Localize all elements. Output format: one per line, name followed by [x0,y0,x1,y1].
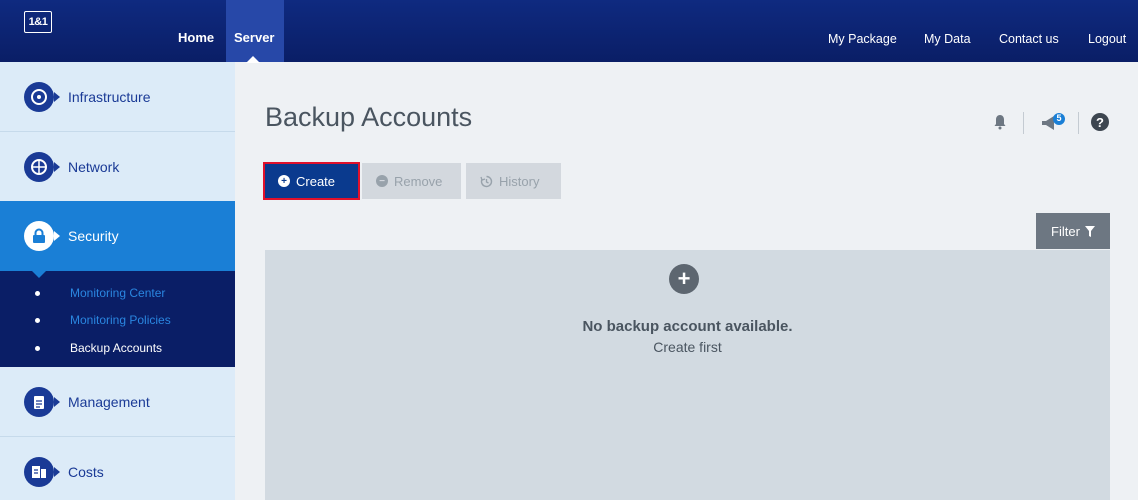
nav-my-data[interactable]: My Data [924,0,971,62]
history-icon [480,175,493,188]
submenu-item-backup-accounts[interactable]: Backup Accounts [0,339,235,359]
nav-contact-us[interactable]: Contact us [999,0,1059,62]
brand-logo[interactable]: 1&1 [24,11,52,33]
sidebar-item-network[interactable]: Network [0,132,235,202]
sidebar-item-label: Infrastructure [68,89,151,105]
history-label: History [499,173,540,189]
top-navigation-bar: 1&1 Home Server My Package My Data Conta… [0,0,1138,63]
nav-my-package[interactable]: My Package [828,0,897,62]
submenu-item-monitoring-center[interactable]: Monitoring Center [0,284,235,304]
sidebar-item-security[interactable]: Security [0,201,235,278]
sidebar-item-costs[interactable]: Costs [0,437,235,500]
notification-count: 5 [1056,113,1062,123]
sidebar-item-infrastructure[interactable]: Infrastructure [0,62,235,132]
bullet-icon [35,318,40,323]
funnel-icon [1084,225,1095,237]
bullet-icon [35,346,40,351]
submenu-label: Monitoring Center [70,286,166,300]
lock-icon [24,221,60,251]
help-icon[interactable]: ? [1090,110,1110,134]
bullet-icon [35,291,40,296]
sidebar-item-management[interactable]: Management [0,367,235,437]
filter-button[interactable]: Filter [1036,213,1110,249]
sidebar: Infrastructure Network Security Monitori… [0,62,235,500]
empty-state-subtitle: Create first [653,339,722,355]
minus-circle-icon: − [376,175,388,187]
history-button[interactable]: History [466,163,561,199]
clipboard-icon [24,387,60,417]
security-submenu: Monitoring Center Monitoring Policies Ba… [0,271,235,367]
remove-label: Remove [394,173,443,189]
sidebar-item-label: Management [68,394,150,410]
filter-label: Filter [1051,223,1080,239]
divider [1078,112,1079,134]
submenu-label: Backup Accounts [70,341,163,355]
sidebar-item-label: Costs [68,464,104,480]
remove-button[interactable]: − Remove [362,163,461,199]
empty-state-title: No backup account available. [582,318,793,335]
bell-icon[interactable] [993,110,1007,134]
sidebar-item-label: Security [68,228,119,244]
globe-icon [24,82,60,112]
announcements-icon[interactable]: 5 [1040,110,1066,134]
svg-text:?: ? [1096,115,1104,130]
sidebar-item-label: Network [68,159,120,175]
nav-home[interactable]: Home [170,0,222,62]
submenu-label: Monitoring Policies [70,313,171,327]
page-title: Backup Accounts [265,102,473,132]
plus-circle-icon: + [278,175,290,187]
create-label: Create [296,173,336,189]
create-button[interactable]: + Create [263,162,360,200]
add-circle-icon[interactable]: + [669,264,699,294]
divider [1023,112,1024,134]
nav-server[interactable]: Server [226,0,284,63]
network-icon [24,152,60,182]
nav-logout[interactable]: Logout [1088,0,1126,62]
submenu-item-monitoring-policies[interactable]: Monitoring Policies [0,311,235,331]
costs-icon [24,457,60,487]
